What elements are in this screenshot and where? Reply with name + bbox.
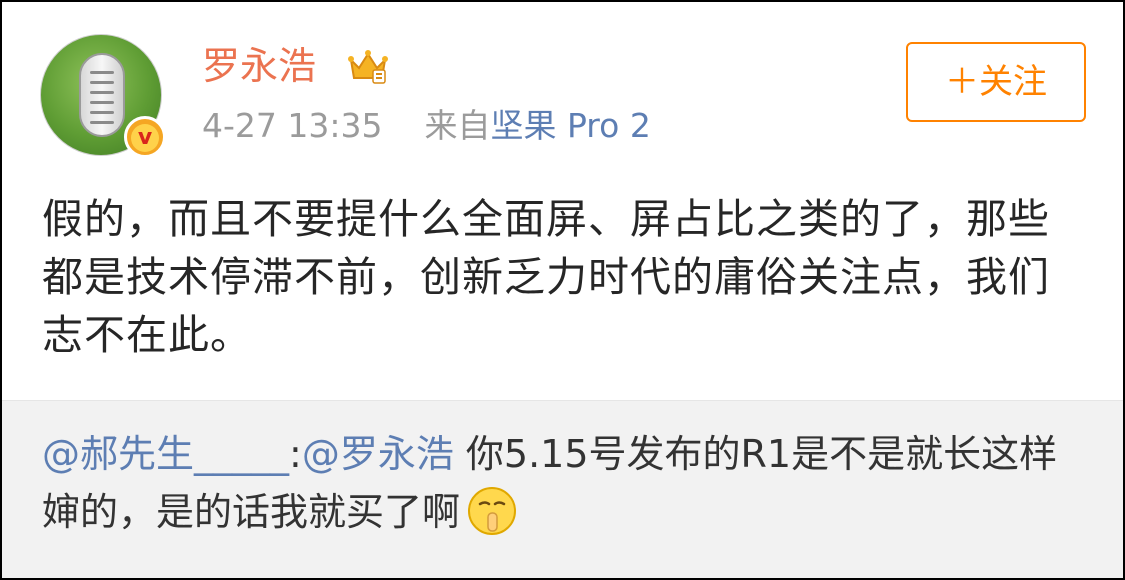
weibo-post-card: v 罗永浩 4-27 13:35 来自坚果 Pro 2 ＋关注 假的，而且不要提… (0, 0, 1125, 580)
quoted-post-text: @郝先生_____:@罗永浩 你5.15号发布的R1是不是就长这样婶的，是的话我… (42, 425, 1092, 541)
source-prefix: 来自 (424, 106, 491, 145)
shush-face-emoji-icon (468, 486, 517, 535)
post-content: 假的，而且不要提什么全面屏、屏占比之类的了，那些都是技术停滞不前，创新乏力时代的… (42, 195, 1050, 359)
vip-crown-icon (348, 50, 388, 84)
quoted-post[interactable]: @郝先生_____:@罗永浩 你5.15号发布的R1是不是就长这样婶的，是的话我… (2, 400, 1123, 578)
quoted-separator: : (289, 432, 302, 476)
quoted-author-mention[interactable]: @郝先生_____ (42, 432, 289, 476)
post-time: 4-27 13:35 (202, 106, 383, 145)
source-device-link[interactable]: 坚果 Pro 2 (490, 106, 650, 145)
author-name[interactable]: 罗永浩 (202, 42, 316, 90)
follow-button[interactable]: ＋关注 (906, 42, 1086, 122)
post-meta: 4-27 13:35 来自坚果 Pro 2 (202, 106, 651, 146)
verified-badge-icon: v (124, 116, 166, 158)
shoe-sole-icon (79, 53, 125, 137)
reply-to-mention[interactable]: @罗永浩 (302, 432, 454, 476)
